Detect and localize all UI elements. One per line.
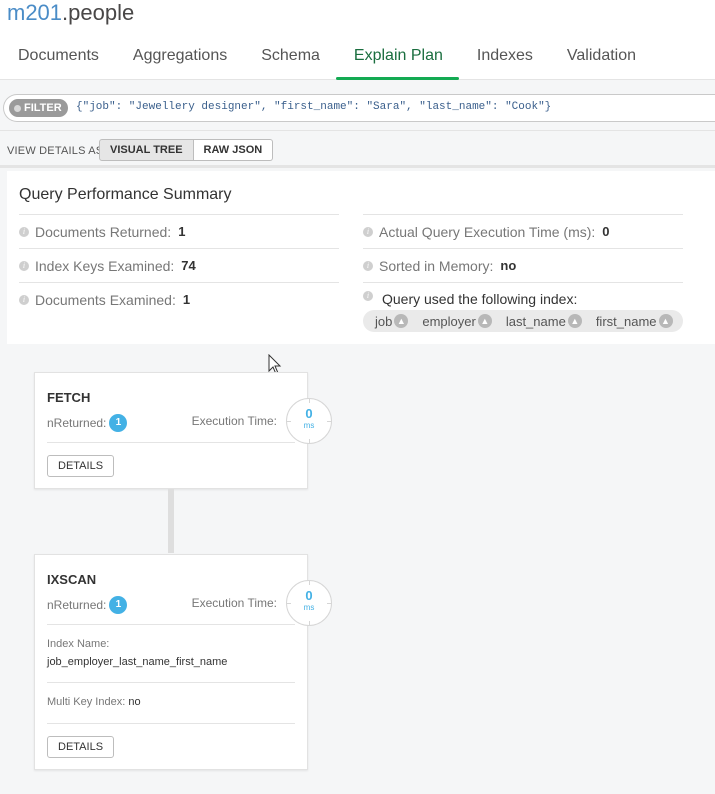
info-icon: i xyxy=(19,294,29,305)
ixscan-stage-card: IXSCAN nReturned: 1 Execution Time: 0 ms … xyxy=(34,554,332,770)
sorted-label: Sorted in Memory: xyxy=(379,257,494,274)
fetch-details-button[interactable]: DETAILS xyxy=(47,455,115,477)
filter-label: FILTER xyxy=(9,99,68,117)
nreturned-label: nReturned: xyxy=(47,598,107,612)
view-details-label: VIEW DETAILS AS xyxy=(7,145,104,157)
index-field-chip: last_name ▲ xyxy=(506,314,582,329)
query-bar: FILTER {"job": "Jewellery designer", "fi… xyxy=(0,86,715,131)
visual-tree-button[interactable]: VISUAL TREE xyxy=(99,139,194,161)
docs-examined-value: 1 xyxy=(182,292,191,307)
divider xyxy=(47,624,295,625)
exec-time-value: 0 xyxy=(305,406,313,421)
info-icon: i xyxy=(19,226,29,237)
index-field-chip: employer ▲ xyxy=(422,313,492,329)
nreturned-badge: 1 xyxy=(109,596,128,614)
nreturned-badge: 1 xyxy=(109,414,128,432)
tab-schema[interactable]: Schema xyxy=(243,36,336,80)
query-performance-summary: Query Performance Summary i Documents Ret… xyxy=(7,171,715,344)
divider xyxy=(47,723,295,724)
stage-name: IXSCAN xyxy=(47,572,97,587)
filter-dot-icon xyxy=(14,104,21,112)
exec-time-value: 0 xyxy=(305,588,313,603)
multikey-row: Multi Key Index: no xyxy=(47,696,141,708)
exec-time-value: 0 xyxy=(602,224,610,239)
multikey-value: no xyxy=(128,696,141,708)
sorted-row: i Sorted in Memory: no xyxy=(363,248,683,282)
namespace-title: m201.people xyxy=(7,0,134,26)
filter-query-text[interactable]: {"job": "Jewellery designer", "first_nam… xyxy=(76,101,551,113)
tab-aggregations[interactable]: Aggregations xyxy=(115,36,243,80)
index-field-chip: first_name ▲ xyxy=(596,314,673,329)
nreturned-label: nReturned: xyxy=(47,416,107,430)
index-fields: job ▲ employer ▲ last_name ▲ first_name ▲ xyxy=(363,310,683,332)
info-icon: i xyxy=(363,291,373,301)
index-name-label: Index Name: xyxy=(47,638,110,650)
ascending-arrow-icon: ▲ xyxy=(477,314,492,328)
summary-right-column: i Actual Query Execution Time (ms): 0 i Sor… xyxy=(363,214,683,332)
nreturned: nReturned: 1 xyxy=(47,414,128,432)
stage-connector xyxy=(168,489,174,553)
ascending-arrow-icon: ▲ xyxy=(567,314,582,328)
index-keys-value: 74 xyxy=(181,258,196,273)
tab-explain-plan[interactable]: Explain Plan xyxy=(335,36,459,80)
fetch-stage-card: FETCH nReturned: 1 Execution Time: 0 ms D… xyxy=(34,372,332,489)
tab-bar: Documents Aggregations Schema Explain Pl… xyxy=(0,36,652,80)
index-field-name: job xyxy=(375,313,393,329)
info-icon: i xyxy=(363,226,373,237)
exec-time-label: Execution Time: xyxy=(191,414,277,428)
index-name-value: job_employer_last_name_first_name xyxy=(47,656,228,668)
header: m201.people Documents Aggregations Schem… xyxy=(0,0,715,80)
divider xyxy=(47,682,295,683)
index-keys-label: Index Keys Examined: xyxy=(35,257,175,274)
ixscan-details-button[interactable]: DETAILS xyxy=(47,736,115,758)
docs-examined-row: i Documents Examined: 1 xyxy=(19,282,339,316)
docs-returned-value: 1 xyxy=(178,224,186,239)
stage-name: FETCH xyxy=(47,390,91,405)
index-field-name: first_name xyxy=(595,313,657,329)
ascending-arrow-icon: ▲ xyxy=(394,314,409,328)
exec-time-row: i Actual Query Execution Time (ms): 0 xyxy=(363,214,683,248)
index-field-chip: job ▲ xyxy=(375,313,409,329)
index-field-name: employer xyxy=(422,313,476,329)
tab-indexes[interactable]: Indexes xyxy=(459,36,549,80)
index-keys-row: i Index Keys Examined: 74 xyxy=(19,248,339,282)
summary-left-column: i Documents Returned: 1 i Index Keys Examin… xyxy=(19,214,339,316)
tab-documents[interactable]: Documents xyxy=(0,36,115,80)
exec-time-clock: 0 ms xyxy=(286,580,332,626)
divider xyxy=(47,442,295,443)
docs-examined-label: Documents Examined: xyxy=(35,291,176,308)
docs-returned-row: i Documents Returned: 1 xyxy=(19,214,339,248)
index-field-name: last_name xyxy=(505,313,566,329)
tab-validation[interactable]: Validation xyxy=(549,36,652,80)
info-icon: i xyxy=(363,260,373,271)
filter-input[interactable]: FILTER {"job": "Jewellery designer", "fi… xyxy=(3,94,715,122)
multikey-label: Multi Key Index: xyxy=(47,696,126,708)
docs-returned-label: Documents Returned: xyxy=(35,223,172,240)
database-name: m201 xyxy=(7,0,63,25)
exec-time-clock: 0 ms xyxy=(286,398,332,444)
exec-time-label: Actual Query Execution Time (ms): xyxy=(379,223,596,240)
view-toolbar: VIEW DETAILS AS VISUAL TREE RAW JSON xyxy=(0,136,715,168)
ascending-arrow-icon: ▲ xyxy=(658,314,673,328)
nreturned: nReturned: 1 xyxy=(47,596,128,614)
collection-name: .people xyxy=(62,0,135,25)
exec-time-unit: ms xyxy=(303,603,315,612)
filter-label-text: FILTER xyxy=(24,102,62,114)
exec-time-unit: ms xyxy=(303,421,315,430)
exec-time-label: Execution Time: xyxy=(191,596,277,610)
summary-title: Query Performance Summary xyxy=(19,186,232,203)
info-icon: i xyxy=(19,260,29,271)
index-used-label: Query used the following index: xyxy=(382,291,578,307)
sorted-value: no xyxy=(500,258,517,273)
raw-json-button[interactable]: RAW JSON xyxy=(193,139,274,161)
view-toggle-group: VISUAL TREE RAW JSON xyxy=(99,139,274,161)
